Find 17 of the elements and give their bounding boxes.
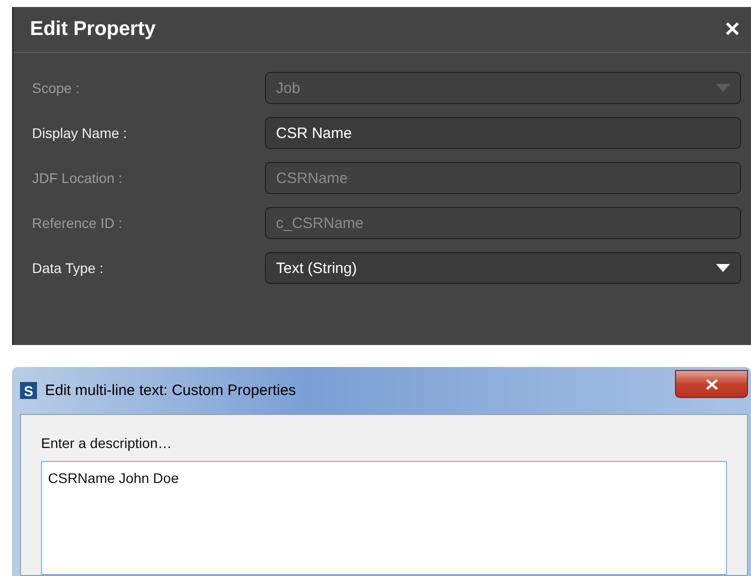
field-label: Scope : — [31, 80, 80, 96]
field-label: Reference ID : — [31, 215, 124, 231]
field-label: Data Type : — [31, 260, 104, 276]
dialog-title: Edit Property — [30, 18, 156, 41]
caret-icon — [716, 84, 730, 92]
prompt-text: Enter a description… — [41, 435, 173, 451]
input-field[interactable]: CSR Name — [265, 117, 741, 149]
caret-icon — [716, 264, 730, 272]
app-icon: S — [20, 382, 37, 399]
close-button[interactable]: ✕ — [720, 17, 745, 42]
window-title: Edit multi-line text: Custom Properties — [45, 382, 296, 399]
close-button[interactable] — [675, 370, 748, 398]
field-label: JDF Location : — [31, 170, 124, 186]
dropdown-field[interactable]: Text (String) — [265, 252, 741, 284]
description-field[interactable]: CSRName John Doe — [41, 461, 727, 575]
close-icon — [706, 378, 718, 390]
field-label: Display Name : — [31, 125, 128, 141]
